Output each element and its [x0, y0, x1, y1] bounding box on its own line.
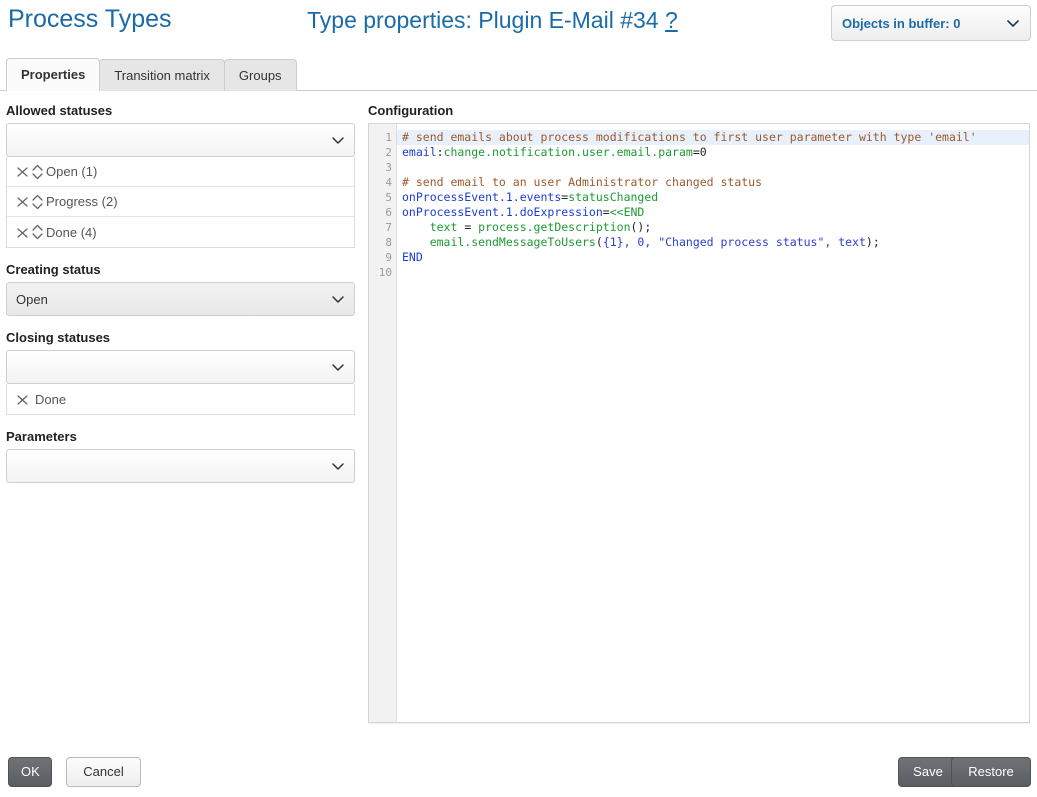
closing-statuses-label: Closing statuses [6, 330, 355, 345]
code-token-plain: ( [596, 235, 603, 249]
page-title: Type properties: Plugin E-Mail #34 ? [307, 7, 678, 34]
configuration-label: Configuration [368, 103, 1030, 118]
chevron-down-icon [331, 292, 345, 306]
editor-line-numbers: 12345678910 [369, 124, 397, 722]
allowed-statuses-list: Open (1) Progress (2) Done (4) [6, 157, 355, 248]
editor-line-number: 9 [369, 250, 396, 265]
editor-line-number: 1 [369, 130, 396, 145]
page-title-text: Type properties: Plugin E-Mail #34 [307, 7, 659, 33]
editor-line-number: 2 [369, 145, 396, 160]
code-token-comment: # send email to an user Administrator ch… [402, 175, 762, 189]
help-link[interactable]: ? [665, 7, 678, 33]
tab-properties[interactable]: Properties [6, 58, 100, 91]
editor-line-number: 10 [369, 265, 396, 280]
code-token-key: email [402, 145, 437, 159]
chevron-down-icon [331, 459, 345, 473]
close-x-icon[interactable] [15, 225, 30, 240]
updown-arrows-icon[interactable] [30, 162, 45, 182]
right-panel: Configuration 12345678910 # send emails … [368, 103, 1030, 723]
tab-bar: PropertiesTransition matrixGroups [0, 58, 1037, 91]
code-token-plain: = [464, 220, 478, 234]
updown-arrows-icon[interactable] [30, 222, 45, 242]
list-item[interactable]: Open (1) [7, 157, 354, 187]
editor-code-line[interactable]: text = process.getDescription(); [397, 220, 1029, 235]
app-title: Process Types [8, 5, 172, 34]
chevron-down-icon [331, 133, 345, 147]
editor-code-area[interactable]: # send emails about process modification… [397, 124, 1029, 722]
cancel-button[interactable]: Cancel [66, 757, 141, 787]
code-token-val: text [402, 220, 464, 234]
editor-code-line[interactable]: email:change.notification.user.email.par… [397, 145, 1029, 160]
creating-status-label: Creating status [6, 262, 355, 277]
tab-transition-matrix[interactable]: Transition matrix [99, 59, 225, 91]
editor-code-line[interactable]: email.sendMessageToUsers({1}, 0, "Change… [397, 235, 1029, 250]
code-token-val: change.notification.user.email.param [444, 145, 693, 159]
close-x-icon[interactable] [15, 194, 30, 209]
updown-arrows-icon[interactable] [30, 192, 45, 212]
creating-status-value: Open [16, 292, 331, 307]
editor-line-number: 5 [369, 190, 396, 205]
ok-button[interactable]: OK [8, 757, 52, 787]
editor-code-line[interactable]: # send email to an user Administrator ch… [397, 175, 1029, 190]
closing-statuses-list: Done [6, 384, 355, 415]
code-token-key: onProcessEvent.1.events [402, 190, 561, 204]
close-x-icon[interactable] [15, 392, 30, 407]
editor-code-line[interactable]: # send emails about process modification… [397, 130, 1029, 145]
main-content: Allowed statuses Open (1) [0, 91, 1037, 103]
editor-code-line[interactable] [397, 265, 1029, 280]
restore-button[interactable]: Restore [951, 757, 1031, 787]
footer-bar: OK Cancel Save Restore [0, 757, 1037, 789]
code-token-val: email.sendMessageToUsers [402, 235, 596, 249]
objects-in-buffer-dropdown[interactable]: Objects in buffer: 0 [831, 5, 1031, 41]
code-token-plain: ); [866, 235, 880, 249]
parameters-label: Parameters [6, 429, 355, 444]
save-button[interactable]: Save [898, 757, 958, 787]
code-token-key: END [402, 250, 423, 264]
list-item[interactable]: Done [7, 384, 354, 414]
tab-groups[interactable]: Groups [224, 59, 297, 91]
code-token-val: process.getDescription [478, 220, 630, 234]
editor-code-line[interactable]: onProcessEvent.1.doExpression=<<END [397, 205, 1029, 220]
page-header: Process Types Type properties: Plugin E-… [0, 0, 1037, 48]
objects-in-buffer-label: Objects in buffer: 0 [842, 16, 1006, 31]
chevron-down-icon [331, 360, 345, 374]
code-token-key: onProcessEvent.1.doExpression [402, 205, 603, 219]
editor-code-line[interactable]: END [397, 250, 1029, 265]
list-item[interactable]: Progress (2) [7, 187, 354, 217]
allowed-statuses-select[interactable] [6, 123, 355, 157]
editor-code-line[interactable]: onProcessEvent.1.events=statusChanged [397, 190, 1029, 205]
parameters-select[interactable] [6, 449, 355, 483]
left-panel: Allowed statuses Open (1) [6, 103, 355, 483]
creating-status-select[interactable]: Open [6, 282, 355, 316]
editor-line-number: 4 [369, 175, 396, 190]
list-item-label: Open (1) [46, 164, 97, 179]
list-item-label: Done (4) [46, 225, 97, 240]
code-token-str: {1}, 0, "Changed process status", text [603, 235, 866, 249]
editor-line-number: 8 [369, 235, 396, 250]
list-item-label: Done [35, 392, 66, 407]
list-item[interactable]: Done (4) [7, 217, 354, 247]
code-token-val: statusChanged [568, 190, 658, 204]
close-x-icon[interactable] [15, 164, 30, 179]
allowed-statuses-label: Allowed statuses [6, 103, 355, 118]
code-token-comment: # send emails about process modification… [402, 130, 977, 144]
editor-code-line[interactable] [397, 160, 1029, 175]
closing-statuses-select[interactable] [6, 350, 355, 384]
code-token-plain: = [603, 205, 610, 219]
code-token-plain: : [437, 145, 444, 159]
editor-line-number: 7 [369, 220, 396, 235]
editor-line-number: 3 [369, 160, 396, 175]
list-item-label: Progress (2) [46, 194, 118, 209]
code-token-plain: (); [631, 220, 652, 234]
code-token-plain: =0 [693, 145, 707, 159]
code-token-val: <<END [610, 205, 645, 219]
chevron-down-icon [1006, 16, 1020, 30]
configuration-editor[interactable]: 12345678910 # send emails about process … [368, 123, 1030, 723]
editor-line-number: 6 [369, 205, 396, 220]
